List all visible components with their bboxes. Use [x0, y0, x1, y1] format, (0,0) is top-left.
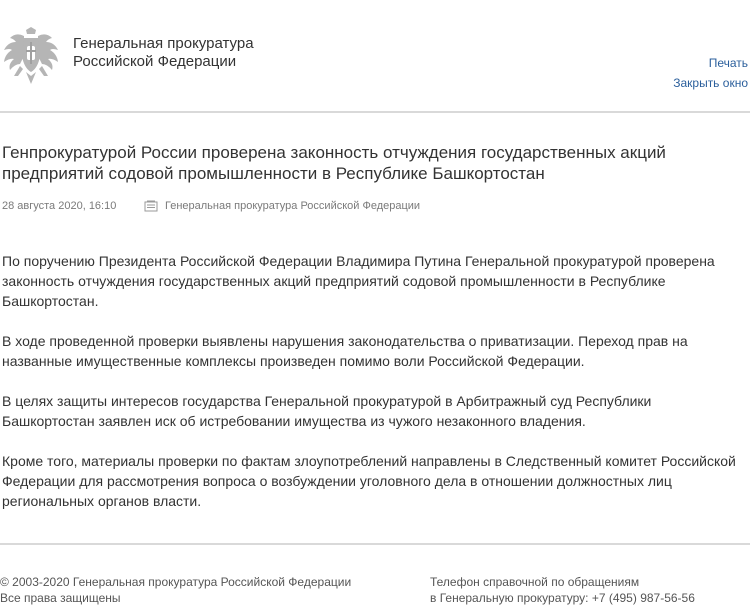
- article-paragraph: По поручению Президента Российской Федер…: [2, 253, 715, 309]
- article-date: 28 августа 2020, 16:10: [2, 200, 117, 212]
- double-headed-eagle-emblem-icon: [4, 27, 58, 84]
- header-divider: [0, 111, 750, 113]
- organization-name-line2: Российской Федерации: [73, 53, 237, 70]
- print-link[interactable]: Печать: [709, 56, 748, 70]
- page-header: Генеральная прокуратура Российской Федер…: [0, 0, 750, 112]
- article-paragraph: В целях защиты интересов государства Ген…: [2, 393, 652, 429]
- phone-number: в Генеральную прокуратуру: +7 (495) 987-…: [430, 591, 695, 605]
- footer-copyright: © 2003-2020 Генеральная прокуратура Росс…: [0, 574, 351, 606]
- article-paragraph: В ходе проведенной проверки выявлены нар…: [2, 333, 688, 369]
- article-body: По поручению Президента Российской Федер…: [2, 251, 744, 531]
- article-title: Генпрокуратурой России проверена законно…: [2, 143, 666, 183]
- footer-divider: [0, 543, 750, 545]
- footer-contact: Телефон справочной по обращениям в Генер…: [430, 574, 695, 606]
- rights-line: Все права защищены: [0, 591, 121, 605]
- document-icon: [144, 200, 158, 212]
- phone-caption: Телефон справочной по обращениям: [430, 575, 640, 589]
- article-paragraph: Кроме того, материалы проверки по фактам…: [2, 453, 736, 509]
- copyright-line: © 2003-2020 Генеральная прокуратура Росс…: [0, 575, 352, 589]
- article-source: Генеральная прокуратура Российской Федер…: [165, 200, 421, 212]
- organization-name: Генеральная прокуратура Российской Федер…: [73, 35, 254, 71]
- close-window-link[interactable]: Закрыть окно: [673, 76, 748, 90]
- organization-name-line1: Генеральная прокуратура: [73, 35, 254, 52]
